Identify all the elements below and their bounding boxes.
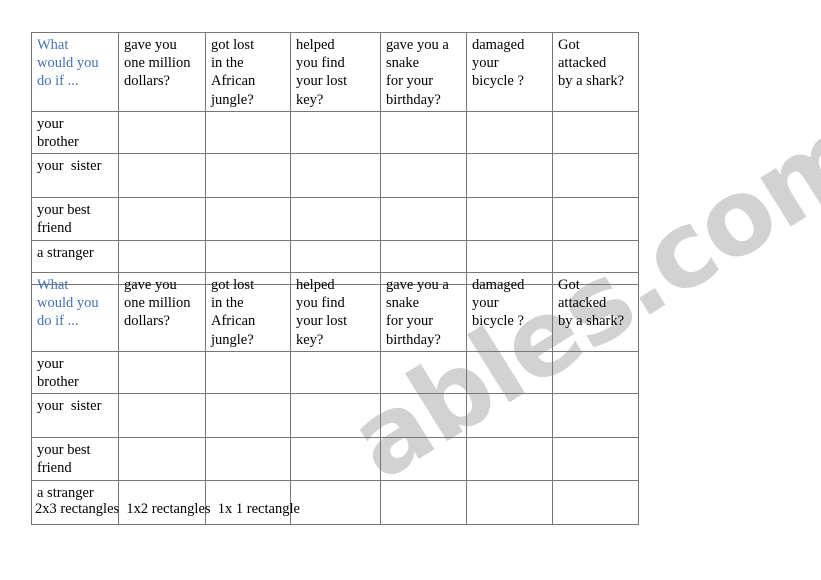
header-cell-2: got lost in the African jungle? bbox=[205, 272, 291, 352]
header-cell-5: damaged your bicycle ? bbox=[466, 32, 553, 112]
header-cell-prompt: What would you do if ... bbox=[31, 32, 119, 112]
answer-cell[interactable] bbox=[552, 110, 639, 155]
answer-cell[interactable] bbox=[466, 197, 553, 241]
answer-cell[interactable] bbox=[290, 479, 381, 525]
header-cell-3: helped you find your lost key? bbox=[290, 272, 381, 352]
answer-cell[interactable] bbox=[466, 393, 553, 439]
row-label-2: your best friend bbox=[31, 197, 119, 241]
answer-cell[interactable] bbox=[205, 197, 291, 241]
answer-cell[interactable] bbox=[290, 153, 381, 199]
table-header-row: What would you do if ... gave you one mi… bbox=[31, 32, 639, 112]
answer-cell[interactable] bbox=[380, 437, 467, 481]
answer-cell[interactable] bbox=[552, 393, 639, 439]
answer-cell[interactable] bbox=[290, 350, 381, 395]
answer-cell[interactable] bbox=[466, 437, 553, 481]
table-row: your brother bbox=[31, 110, 639, 155]
table-row: your best friend bbox=[31, 437, 639, 481]
answer-cell[interactable] bbox=[290, 393, 381, 439]
header-cell-6: Got attacked by a shark? bbox=[552, 272, 639, 352]
answer-cell[interactable] bbox=[380, 479, 467, 525]
answer-cell[interactable] bbox=[118, 110, 206, 155]
worksheet-sheet: What would you do if ... gave you one mi… bbox=[0, 0, 821, 580]
answer-cell[interactable] bbox=[118, 437, 206, 481]
answer-cell[interactable] bbox=[205, 153, 291, 199]
header-cell-1: gave you one million dollars? bbox=[118, 272, 206, 352]
answer-cell[interactable] bbox=[552, 153, 639, 199]
answer-cell[interactable] bbox=[552, 197, 639, 241]
header-cell-5: damaged your bicycle ? bbox=[466, 272, 553, 352]
answer-cell[interactable] bbox=[118, 197, 206, 241]
answer-cell[interactable] bbox=[552, 479, 639, 525]
table-header-row: What would you do if ... gave you one mi… bbox=[31, 272, 639, 352]
worksheet-table-2: What would you do if ... gave you one mi… bbox=[31, 272, 639, 525]
answer-cell[interactable] bbox=[118, 153, 206, 199]
row-label-0: your brother bbox=[31, 110, 119, 155]
answer-cell[interactable] bbox=[380, 350, 467, 395]
answer-cell[interactable] bbox=[466, 153, 553, 199]
answer-cell[interactable] bbox=[118, 350, 206, 395]
answer-cell[interactable] bbox=[552, 437, 639, 481]
answer-cell[interactable] bbox=[118, 393, 206, 439]
answer-cell[interactable] bbox=[290, 110, 381, 155]
worksheet-caption: 2x3 rectangles 1x2 rectangles 1x 1 recta… bbox=[35, 501, 300, 517]
answer-cell[interactable] bbox=[290, 197, 381, 241]
header-cell-2: got lost in the African jungle? bbox=[205, 32, 291, 112]
answer-cell[interactable] bbox=[205, 110, 291, 155]
row-label-0: your brother bbox=[31, 350, 119, 395]
header-cell-4: gave you a snake for your birthday? bbox=[380, 32, 467, 112]
header-cell-6: Got attacked by a shark? bbox=[552, 32, 639, 112]
table-row: your sister bbox=[31, 153, 639, 199]
answer-cell[interactable] bbox=[380, 197, 467, 241]
answer-cell[interactable] bbox=[466, 479, 553, 525]
answer-cell[interactable] bbox=[466, 350, 553, 395]
answer-cell[interactable] bbox=[466, 110, 553, 155]
answer-cell[interactable] bbox=[380, 153, 467, 199]
answer-cell[interactable] bbox=[380, 110, 467, 155]
row-label-1: your sister bbox=[31, 393, 119, 439]
row-label-1: your sister bbox=[31, 153, 119, 199]
answer-cell[interactable] bbox=[380, 393, 467, 439]
table-row: your sister bbox=[31, 393, 639, 439]
answer-cell[interactable] bbox=[205, 350, 291, 395]
answer-cell[interactable] bbox=[552, 350, 639, 395]
row-label-2: your best friend bbox=[31, 437, 119, 481]
header-cell-4: gave you a snake for your birthday? bbox=[380, 272, 467, 352]
answer-cell[interactable] bbox=[205, 393, 291, 439]
answer-cell[interactable] bbox=[290, 437, 381, 481]
table-row: your best friend bbox=[31, 197, 639, 241]
header-cell-prompt: What would you do if ... bbox=[31, 272, 119, 352]
header-cell-1: gave you one million dollars? bbox=[118, 32, 206, 112]
table-row: your brother bbox=[31, 350, 639, 395]
worksheet-table-1: What would you do if ... gave you one mi… bbox=[31, 32, 639, 285]
answer-cell[interactable] bbox=[205, 437, 291, 481]
header-cell-3: helped you find your lost key? bbox=[290, 32, 381, 112]
